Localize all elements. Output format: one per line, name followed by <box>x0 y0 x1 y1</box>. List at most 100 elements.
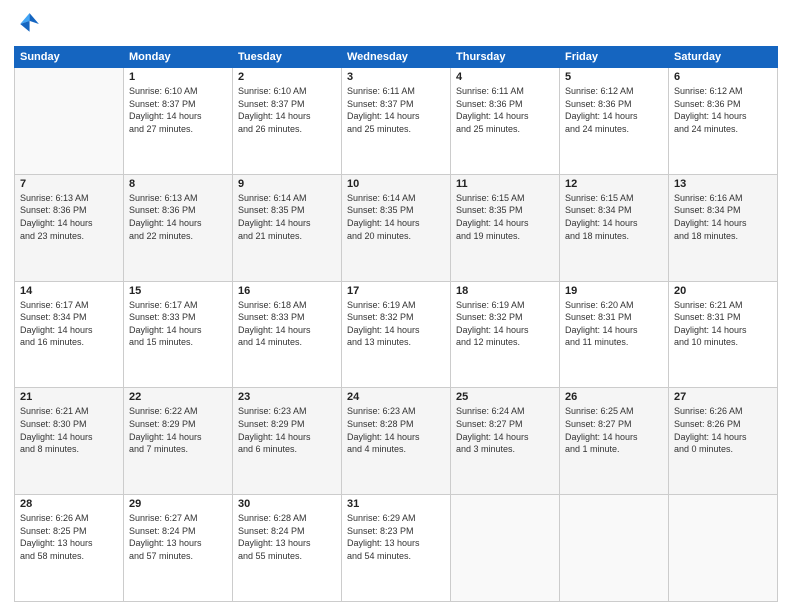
day-info: Sunrise: 6:24 AM Sunset: 8:27 PM Dayligh… <box>456 405 554 455</box>
day-info: Sunrise: 6:25 AM Sunset: 8:27 PM Dayligh… <box>565 405 663 455</box>
calendar-cell: 30 Sunrise: 6:28 AM Sunset: 8:24 PM Dayli… <box>233 495 342 602</box>
day-number: 15 <box>129 285 227 297</box>
day-number: 22 <box>129 391 227 403</box>
day-number: 1 <box>129 71 227 83</box>
calendar-cell: 20 Sunrise: 6:21 AM Sunset: 8:31 PM Dayli… <box>669 281 778 388</box>
calendar-cell: 21Sunrise: 6:21 AM Sunset: 8:30 PM Dayli… <box>15 388 124 495</box>
day-info: Sunrise: 6:15 AM Sunset: 8:35 PM Dayligh… <box>456 192 554 242</box>
calendar-week-3: 14 Sunrise: 6:17 AM Sunset: 8:34 PM Dayli… <box>15 281 778 388</box>
day-number: 25 <box>456 391 554 403</box>
calendar-cell: 16Sunrise: 6:18 AM Sunset: 8:33 PM Dayli… <box>233 281 342 388</box>
day-info: Sunrise: 6:28 AM Sunset: 8:24 PM Dayligh… <box>238 512 336 562</box>
day-info: Sunrise: 6:11 AM Sunset: 8:36 PM Dayligh… <box>456 85 554 135</box>
calendar-cell: 9Sunrise: 6:14 AM Sunset: 8:35 PM Daylig… <box>233 174 342 281</box>
day-info: Sunrise: 6:13 AM Sunset: 8:36 PM Dayligh… <box>20 192 118 242</box>
day-info: Sunrise: 6:27 AM Sunset: 8:24 PM Dayligh… <box>129 512 227 562</box>
calendar-cell: 17 Sunrise: 6:19 AM Sunset: 8:32 PM Dayli… <box>342 281 451 388</box>
day-info: Sunrise: 6:21 AM Sunset: 8:31 PM Dayligh… <box>674 299 772 349</box>
header <box>14 10 778 38</box>
day-number: 6 <box>674 71 772 83</box>
day-info: Sunrise: 6:23 AM Sunset: 8:28 PM Dayligh… <box>347 405 445 455</box>
calendar-cell: 2 Sunrise: 6:10 AM Sunset: 8:37 PM Daylig… <box>233 68 342 175</box>
logo <box>14 10 46 38</box>
day-info: Sunrise: 6:10 AM Sunset: 8:37 PM Dayligh… <box>238 85 336 135</box>
day-info: Sunrise: 6:19 AM Sunset: 8:32 PM Dayligh… <box>456 299 554 349</box>
calendar-cell: 1 Sunrise: 6:10 AM Sunset: 8:37 PM Daylig… <box>124 68 233 175</box>
day-number: 14 <box>20 285 118 297</box>
day-number: 30 <box>238 498 336 510</box>
calendar-header-friday: Friday <box>560 47 669 68</box>
day-number: 10 <box>347 178 445 190</box>
day-number: 12 <box>565 178 663 190</box>
calendar-cell: 6 Sunrise: 6:12 AM Sunset: 8:36 PM Daylig… <box>669 68 778 175</box>
day-number: 27 <box>674 391 772 403</box>
calendar-cell: 25 Sunrise: 6:24 AM Sunset: 8:27 PM Dayli… <box>451 388 560 495</box>
day-info: Sunrise: 6:14 AM Sunset: 8:35 PM Dayligh… <box>238 192 336 242</box>
calendar-cell: 15 Sunrise: 6:17 AM Sunset: 8:33 PM Dayli… <box>124 281 233 388</box>
calendar-week-5: 28 Sunrise: 6:26 AM Sunset: 8:25 PM Dayli… <box>15 495 778 602</box>
day-number: 18 <box>456 285 554 297</box>
day-number: 8 <box>129 178 227 190</box>
day-info: Sunrise: 6:10 AM Sunset: 8:37 PM Dayligh… <box>129 85 227 135</box>
calendar-cell <box>669 495 778 602</box>
day-number: 20 <box>674 285 772 297</box>
calendar-cell: 31 Sunrise: 6:29 AM Sunset: 8:23 PM Dayli… <box>342 495 451 602</box>
calendar-week-2: 7Sunrise: 6:13 AM Sunset: 8:36 PM Daylig… <box>15 174 778 281</box>
calendar-cell: 11 Sunrise: 6:15 AM Sunset: 8:35 PM Dayli… <box>451 174 560 281</box>
calendar-cell: 13 Sunrise: 6:16 AM Sunset: 8:34 PM Dayli… <box>669 174 778 281</box>
day-info: Sunrise: 6:14 AM Sunset: 8:35 PM Dayligh… <box>347 192 445 242</box>
day-info: Sunrise: 6:16 AM Sunset: 8:34 PM Dayligh… <box>674 192 772 242</box>
calendar-cell: 14 Sunrise: 6:17 AM Sunset: 8:34 PM Dayli… <box>15 281 124 388</box>
page: SundayMondayTuesdayWednesdayThursdayFrid… <box>0 0 792 612</box>
logo-icon <box>14 10 42 38</box>
calendar-cell <box>451 495 560 602</box>
calendar-cell: 26 Sunrise: 6:25 AM Sunset: 8:27 PM Dayli… <box>560 388 669 495</box>
day-info: Sunrise: 6:13 AM Sunset: 8:36 PM Dayligh… <box>129 192 227 242</box>
day-number: 23 <box>238 391 336 403</box>
day-info: Sunrise: 6:12 AM Sunset: 8:36 PM Dayligh… <box>565 85 663 135</box>
day-number: 28 <box>20 498 118 510</box>
day-info: Sunrise: 6:26 AM Sunset: 8:26 PM Dayligh… <box>674 405 772 455</box>
calendar-header-sunday: Sunday <box>15 47 124 68</box>
calendar-header-monday: Monday <box>124 47 233 68</box>
calendar-cell: 22Sunrise: 6:22 AM Sunset: 8:29 PM Dayli… <box>124 388 233 495</box>
day-number: 11 <box>456 178 554 190</box>
calendar-cell: 28 Sunrise: 6:26 AM Sunset: 8:25 PM Dayli… <box>15 495 124 602</box>
calendar-header-row: SundayMondayTuesdayWednesdayThursdayFrid… <box>15 47 778 68</box>
calendar-header-wednesday: Wednesday <box>342 47 451 68</box>
calendar-cell: 7Sunrise: 6:13 AM Sunset: 8:36 PM Daylig… <box>15 174 124 281</box>
day-number: 17 <box>347 285 445 297</box>
day-info: Sunrise: 6:23 AM Sunset: 8:29 PM Dayligh… <box>238 405 336 455</box>
calendar-cell: 19 Sunrise: 6:20 AM Sunset: 8:31 PM Dayli… <box>560 281 669 388</box>
calendar-header-thursday: Thursday <box>451 47 560 68</box>
day-info: Sunrise: 6:19 AM Sunset: 8:32 PM Dayligh… <box>347 299 445 349</box>
calendar-cell: 5Sunrise: 6:12 AM Sunset: 8:36 PM Daylig… <box>560 68 669 175</box>
calendar-table: SundayMondayTuesdayWednesdayThursdayFrid… <box>14 46 778 602</box>
calendar-cell: 3Sunrise: 6:11 AM Sunset: 8:37 PM Daylig… <box>342 68 451 175</box>
day-number: 13 <box>674 178 772 190</box>
calendar-cell: 8 Sunrise: 6:13 AM Sunset: 8:36 PM Daylig… <box>124 174 233 281</box>
day-number: 2 <box>238 71 336 83</box>
day-number: 19 <box>565 285 663 297</box>
day-number: 26 <box>565 391 663 403</box>
day-info: Sunrise: 6:12 AM Sunset: 8:36 PM Dayligh… <box>674 85 772 135</box>
calendar-cell: 18 Sunrise: 6:19 AM Sunset: 8:32 PM Dayli… <box>451 281 560 388</box>
calendar-header-tuesday: Tuesday <box>233 47 342 68</box>
day-info: Sunrise: 6:17 AM Sunset: 8:34 PM Dayligh… <box>20 299 118 349</box>
day-info: Sunrise: 6:21 AM Sunset: 8:30 PM Dayligh… <box>20 405 118 455</box>
day-number: 3 <box>347 71 445 83</box>
calendar-cell <box>560 495 669 602</box>
calendar-week-1: 1 Sunrise: 6:10 AM Sunset: 8:37 PM Daylig… <box>15 68 778 175</box>
day-number: 24 <box>347 391 445 403</box>
day-number: 4 <box>456 71 554 83</box>
day-number: 31 <box>347 498 445 510</box>
day-info: Sunrise: 6:17 AM Sunset: 8:33 PM Dayligh… <box>129 299 227 349</box>
day-info: Sunrise: 6:26 AM Sunset: 8:25 PM Dayligh… <box>20 512 118 562</box>
calendar-cell: 24 Sunrise: 6:23 AM Sunset: 8:28 PM Dayli… <box>342 388 451 495</box>
day-info: Sunrise: 6:20 AM Sunset: 8:31 PM Dayligh… <box>565 299 663 349</box>
calendar-cell: 4 Sunrise: 6:11 AM Sunset: 8:36 PM Daylig… <box>451 68 560 175</box>
calendar-week-4: 21Sunrise: 6:21 AM Sunset: 8:30 PM Dayli… <box>15 388 778 495</box>
day-info: Sunrise: 6:29 AM Sunset: 8:23 PM Dayligh… <box>347 512 445 562</box>
calendar-cell: 10 Sunrise: 6:14 AM Sunset: 8:35 PM Dayli… <box>342 174 451 281</box>
day-info: Sunrise: 6:15 AM Sunset: 8:34 PM Dayligh… <box>565 192 663 242</box>
